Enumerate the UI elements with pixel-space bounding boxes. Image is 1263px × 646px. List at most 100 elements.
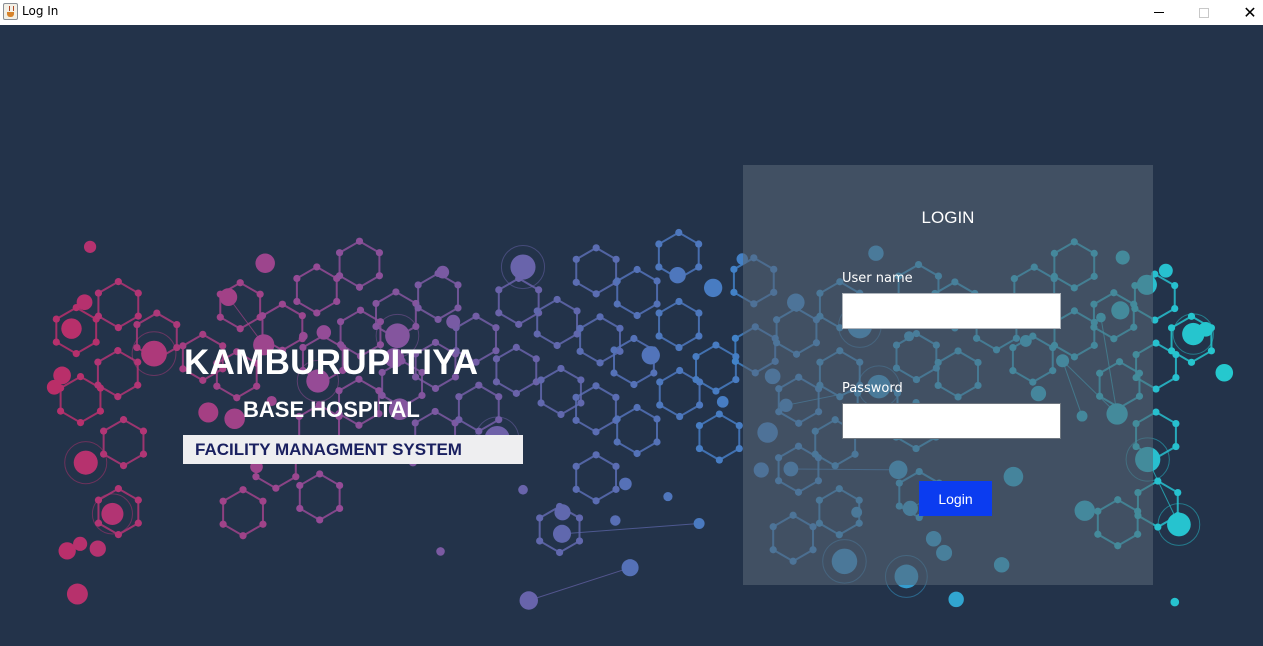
network-node bbox=[296, 481, 304, 490]
network-node bbox=[313, 263, 321, 271]
network-node bbox=[412, 322, 420, 331]
network-node bbox=[675, 297, 683, 306]
network-node bbox=[392, 288, 400, 296]
network-node bbox=[612, 485, 620, 493]
network-node bbox=[663, 491, 673, 502]
hex-ring bbox=[698, 412, 741, 462]
network-node bbox=[695, 421, 704, 430]
network-node bbox=[73, 450, 98, 475]
network-node bbox=[675, 228, 683, 237]
network-node bbox=[233, 394, 241, 402]
network-node bbox=[703, 278, 723, 298]
network-node bbox=[692, 352, 700, 361]
network-node bbox=[298, 312, 306, 320]
network-node bbox=[52, 315, 60, 323]
network-node bbox=[1174, 488, 1182, 497]
hex-ring bbox=[97, 280, 140, 329]
network-node bbox=[650, 369, 658, 377]
username-field[interactable] bbox=[842, 293, 1061, 329]
network-node bbox=[119, 416, 128, 424]
maximize-button[interactable] bbox=[1181, 0, 1227, 25]
network-node bbox=[1171, 281, 1179, 290]
network-node bbox=[676, 366, 684, 375]
minimize-icon bbox=[1154, 12, 1164, 13]
network-node bbox=[1207, 347, 1215, 355]
network-node bbox=[446, 314, 461, 329]
network-node bbox=[613, 277, 621, 285]
network-node bbox=[96, 407, 105, 415]
network-node bbox=[76, 373, 85, 381]
network-node bbox=[656, 378, 664, 386]
hospital-title: KAMBURUPITIYA bbox=[184, 343, 479, 382]
network-node bbox=[76, 419, 85, 427]
network-node bbox=[134, 496, 142, 504]
hex-ring bbox=[575, 453, 618, 502]
network-node bbox=[576, 347, 584, 355]
network-node bbox=[1167, 347, 1176, 355]
network-node bbox=[495, 393, 503, 401]
network-node bbox=[612, 393, 620, 401]
network-node bbox=[537, 399, 545, 407]
network-node bbox=[633, 311, 641, 320]
network-node bbox=[612, 462, 620, 470]
network-node bbox=[259, 497, 267, 505]
network-node bbox=[536, 537, 544, 545]
network-node bbox=[1170, 597, 1180, 607]
network-node bbox=[592, 382, 600, 390]
network-node bbox=[219, 288, 238, 307]
network-node bbox=[572, 255, 580, 263]
network-node bbox=[633, 449, 641, 458]
network-node bbox=[1152, 339, 1160, 347]
network-node bbox=[198, 402, 219, 423]
network-node bbox=[492, 324, 500, 332]
network-node bbox=[572, 393, 580, 401]
login-panel: LOGIN User name Password Login bbox=[743, 165, 1153, 585]
network-link bbox=[561, 523, 700, 535]
network-node bbox=[553, 341, 561, 350]
network-node bbox=[712, 387, 720, 395]
network-node bbox=[1167, 512, 1191, 537]
network-node bbox=[134, 519, 142, 527]
network-node bbox=[695, 309, 703, 317]
login-heading: LOGIN bbox=[921, 208, 975, 227]
network-node bbox=[375, 272, 384, 280]
network-node bbox=[495, 309, 503, 317]
close-button[interactable]: ✕ bbox=[1227, 0, 1263, 25]
network-node bbox=[577, 376, 585, 384]
network-node bbox=[732, 375, 740, 384]
network-node bbox=[655, 240, 663, 248]
network-node bbox=[239, 532, 247, 540]
network-node bbox=[56, 407, 65, 415]
network-node bbox=[653, 277, 661, 285]
hex-ring bbox=[658, 300, 700, 349]
network-node bbox=[375, 249, 384, 257]
network-node bbox=[252, 473, 260, 481]
network-node bbox=[619, 477, 632, 491]
network-node bbox=[731, 357, 739, 365]
network-node bbox=[715, 410, 723, 418]
network-node bbox=[101, 502, 124, 525]
maximize-icon bbox=[1199, 7, 1209, 18]
password-field[interactable] bbox=[842, 403, 1061, 439]
network-node bbox=[715, 456, 723, 464]
hex-ring bbox=[575, 384, 617, 433]
network-node bbox=[510, 254, 536, 280]
network-node bbox=[134, 289, 142, 297]
hex-ring bbox=[616, 406, 658, 455]
network-node bbox=[572, 278, 580, 286]
network-node bbox=[299, 331, 308, 341]
minimize-button[interactable] bbox=[1136, 0, 1182, 25]
login-button[interactable]: Login bbox=[919, 481, 992, 516]
network-node bbox=[669, 266, 686, 284]
hospital-subtitle: BASE HOSPITAL bbox=[243, 397, 420, 422]
network-node bbox=[335, 249, 344, 257]
network-node bbox=[52, 338, 60, 346]
network-node bbox=[134, 381, 142, 389]
network-node bbox=[519, 591, 538, 610]
network-node bbox=[219, 520, 227, 528]
network-node bbox=[316, 470, 324, 478]
hex-ring bbox=[102, 418, 145, 467]
close-icon: ✕ bbox=[1243, 2, 1257, 22]
network-node bbox=[495, 286, 503, 294]
network-node bbox=[336, 318, 345, 326]
